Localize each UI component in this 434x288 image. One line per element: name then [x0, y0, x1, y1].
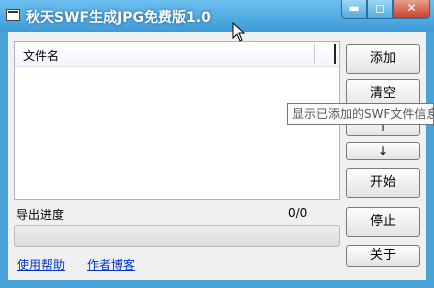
minimize-button[interactable]: ▬ — [341, 0, 367, 19]
stop-button[interactable]: 停止 — [346, 207, 420, 237]
start-button[interactable]: 开始 — [346, 168, 420, 198]
app-window-icon — [6, 9, 20, 21]
column-resize-handle[interactable] — [334, 44, 336, 64]
export-progress-bar — [14, 225, 340, 247]
author-blog-link[interactable]: 作者博客 — [87, 256, 135, 273]
file-list-tooltip: 显示已添加的SWF文件信息 — [287, 103, 434, 125]
file-list-header: 文件名 — [15, 42, 339, 67]
close-icon: ✕ — [406, 1, 417, 15]
progress-count: 0/0 — [288, 206, 308, 220]
app-window: 秋天SWF生成JPG免费版1.0 ▬ ◻ ✕ 文件名 添加 清空 ↑ ↓ 开始 … — [0, 0, 434, 288]
move-down-button[interactable]: ↓ — [346, 142, 420, 160]
client-area: 文件名 添加 清空 ↑ ↓ 开始 停止 关于 导出进度 0/0 使用帮助 作者博… — [8, 32, 426, 280]
window-title: 秋天SWF生成JPG免费版1.0 — [26, 10, 211, 26]
title-bar[interactable]: 秋天SWF生成JPG免费版1.0 ▬ ◻ ✕ — [0, 0, 434, 32]
help-link[interactable]: 使用帮助 — [17, 256, 65, 273]
maximize-button[interactable]: ◻ — [367, 0, 393, 19]
add-button[interactable]: 添加 — [346, 44, 420, 74]
about-button[interactable]: 关于 — [346, 245, 420, 267]
minimize-icon: ▬ — [348, 1, 360, 15]
progress-label: 导出进度 — [16, 208, 65, 222]
column-separator[interactable] — [314, 43, 315, 64]
close-button[interactable]: ✕ — [393, 0, 430, 19]
column-header-filename[interactable]: 文件名 — [23, 47, 59, 64]
maximize-icon: ◻ — [375, 1, 385, 15]
mouse-pointer-icon — [232, 22, 246, 42]
